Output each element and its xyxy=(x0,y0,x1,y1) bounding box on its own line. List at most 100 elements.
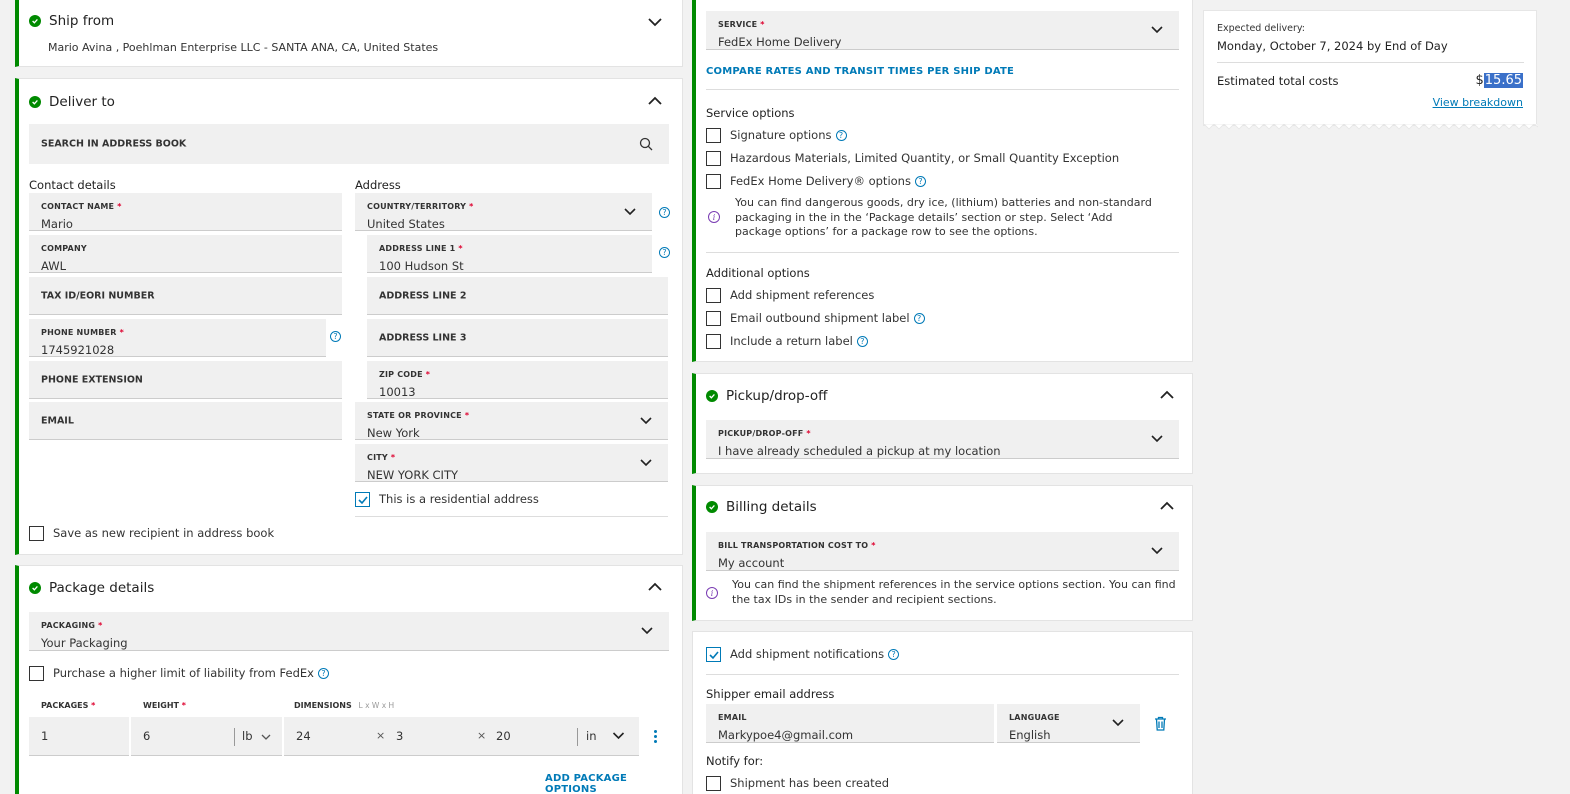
billing-title: Billing details xyxy=(726,499,817,515)
total-costs-value: $15.65 xyxy=(1475,73,1523,88)
dimensions-label: DIMENSIONS L x W x H xyxy=(294,701,395,710)
service-section: SERVICE * FedEx Home Delivery COMPARE RA… xyxy=(692,0,1193,362)
dim-width[interactable]: 3 xyxy=(396,729,403,743)
email-field[interactable]: EMAIL xyxy=(29,402,342,440)
deliver-to-title: Deliver to xyxy=(49,94,115,110)
zigzag-edge xyxy=(1204,124,1538,130)
tax-id-field[interactable]: TAX ID/EORI NUMBER xyxy=(29,277,342,315)
address-line-1-field[interactable]: ADDRESS LINE 1 * 100 Hudson St xyxy=(367,235,652,273)
chevron-down-icon xyxy=(1151,435,1163,443)
ship-from-header[interactable]: Ship from xyxy=(29,13,114,29)
liability-label: Purchase a higher limit of liability fro… xyxy=(53,666,329,680)
chevron-down-icon xyxy=(1151,26,1163,34)
expected-delivery-label: Expected delivery: xyxy=(1217,23,1306,34)
add-package-options-link[interactable]: ADD PACKAGE OPTIONS xyxy=(545,773,682,794)
billing-header[interactable]: Billing details xyxy=(706,499,817,515)
address-help-icon[interactable]: ? xyxy=(659,247,670,258)
dimensions-input[interactable]: 24 × 3 × 20 in xyxy=(284,717,639,756)
language-select[interactable]: LANGUAGE English xyxy=(997,704,1140,743)
signature-options-label: Signature options? xyxy=(730,128,847,142)
check-circle-icon xyxy=(29,15,41,27)
liability-checkbox[interactable] xyxy=(29,666,44,681)
pickup-title: Pickup/drop-off xyxy=(726,388,828,404)
ship-from-section: Ship from Mario Avina , Poehlman Enterpr… xyxy=(15,0,683,67)
chevron-up-icon[interactable] xyxy=(648,582,662,592)
liability-help-icon[interactable]: ? xyxy=(317,668,329,679)
chevron-down-icon xyxy=(641,627,653,635)
hazmat-checkbox[interactable] xyxy=(706,151,721,166)
chevron-up-icon[interactable] xyxy=(1160,501,1174,511)
packages-input[interactable]: 1 xyxy=(29,717,129,756)
phone-help-icon[interactable]: ? xyxy=(330,331,341,342)
address-line-3-field[interactable]: ADDRESS LINE 3 xyxy=(367,319,668,357)
pickup-header[interactable]: Pickup/drop-off xyxy=(706,388,827,404)
chevron-up-icon[interactable] xyxy=(1160,390,1174,400)
contact-details-heading: Contact details xyxy=(29,178,116,192)
dim-height[interactable]: 20 xyxy=(496,729,511,743)
return-label-checkbox[interactable] xyxy=(706,334,721,349)
phone-extension-field[interactable]: PHONE EXTENSION xyxy=(29,361,342,399)
pickup-select[interactable]: PICKUP/DROP-OFF * I have already schedul… xyxy=(706,420,1179,459)
return-label-option: Include a return label? xyxy=(730,334,868,348)
add-notifications-checkbox[interactable] xyxy=(706,647,721,662)
shipment-created-checkbox[interactable] xyxy=(706,776,721,791)
check-circle-icon xyxy=(706,390,718,402)
add-references-label: Add shipment references xyxy=(730,288,875,302)
residential-checkbox[interactable] xyxy=(355,492,370,507)
chevron-down-icon xyxy=(1151,547,1163,555)
chevron-up-icon[interactable] xyxy=(648,96,662,106)
city-select[interactable]: CITY * NEW YORK CITY xyxy=(355,444,668,482)
country-help-icon[interactable]: ? xyxy=(659,207,670,218)
save-recipient-checkbox[interactable] xyxy=(29,526,44,541)
zip-code-field[interactable]: ZIP CODE * 10013 xyxy=(367,361,668,399)
dim-length[interactable]: 24 xyxy=(296,729,311,743)
phone-number-field[interactable]: PHONE NUMBER * 1745921028 xyxy=(29,319,326,357)
email-label-checkbox[interactable] xyxy=(706,311,721,326)
shipper-email-field[interactable]: EMAIL Markypoe4@gmail.com xyxy=(706,704,994,743)
dim-unit-select[interactable]: in xyxy=(586,729,596,743)
additional-options-heading: Additional options xyxy=(706,266,810,280)
notifications-help-icon[interactable]: ? xyxy=(888,649,900,660)
home-delivery-help-icon[interactable]: ? xyxy=(914,176,926,187)
search-icon[interactable] xyxy=(639,137,653,151)
package-details-title: Package details xyxy=(49,580,155,596)
divider xyxy=(355,516,668,517)
chevron-down-icon[interactable] xyxy=(648,17,662,27)
weight-unit-select[interactable]: lb xyxy=(242,729,253,743)
chevron-down-icon xyxy=(624,207,636,215)
check-circle-icon xyxy=(29,96,41,108)
more-options-icon[interactable] xyxy=(654,730,658,745)
service-select[interactable]: SERVICE * FedEx Home Delivery xyxy=(706,11,1179,50)
expected-delivery-value: Monday, October 7, 2024 by End of Day xyxy=(1217,39,1448,53)
address-line-2-field[interactable]: ADDRESS LINE 2 xyxy=(367,277,668,315)
add-references-checkbox[interactable] xyxy=(706,288,721,303)
company-field[interactable]: COMPANY AWL xyxy=(29,235,342,273)
trash-icon[interactable] xyxy=(1154,716,1167,731)
compare-rates-link[interactable]: COMPARE RATES AND TRANSIT TIMES PER SHIP… xyxy=(706,66,1014,77)
return-label-help-icon[interactable]: ? xyxy=(856,336,868,347)
bill-transport-select[interactable]: BILL TRANSPORTATION COST TO * My account xyxy=(706,532,1179,571)
home-delivery-options-checkbox[interactable] xyxy=(706,174,721,189)
billing-info-text: You can find the shipment references in … xyxy=(732,578,1176,606)
summary-card: Expected delivery: Monday, October 7, 20… xyxy=(1203,10,1538,130)
billing-section: Billing details BILL TRANSPORTATION COST… xyxy=(692,485,1193,621)
contact-name-field[interactable]: CONTACT NAME * Mario xyxy=(29,193,342,231)
state-select[interactable]: STATE OR PROVINCE * New York xyxy=(355,402,668,440)
deliver-to-header[interactable]: Deliver to xyxy=(29,94,115,110)
signature-help-icon[interactable]: ? xyxy=(835,130,847,141)
check-circle-icon xyxy=(706,501,718,513)
chevron-down-icon xyxy=(1112,719,1124,727)
package-details-header[interactable]: Package details xyxy=(29,580,154,596)
shipment-created-label: Shipment has been created xyxy=(730,776,889,790)
view-breakdown-link[interactable]: View breakdown xyxy=(1433,96,1523,109)
ship-from-address: Mario Avina , Poehlman Enterprise LLC - … xyxy=(48,41,439,54)
address-book-search-input[interactable]: SEARCH IN ADDRESS BOOK xyxy=(29,124,669,164)
package-details-section: Package details PACKAGING * Your Packagi… xyxy=(15,565,683,794)
country-select[interactable]: COUNTRY/TERRITORY * United States xyxy=(355,193,652,231)
info-icon: i xyxy=(706,587,718,599)
packaging-select[interactable]: PACKAGING * Your Packaging xyxy=(29,612,669,651)
email-label-help-icon[interactable]: ? xyxy=(913,313,925,324)
notify-for-heading: Notify for: xyxy=(706,754,764,768)
weight-input[interactable]: 6 lb xyxy=(131,717,282,756)
signature-options-checkbox[interactable] xyxy=(706,128,721,143)
